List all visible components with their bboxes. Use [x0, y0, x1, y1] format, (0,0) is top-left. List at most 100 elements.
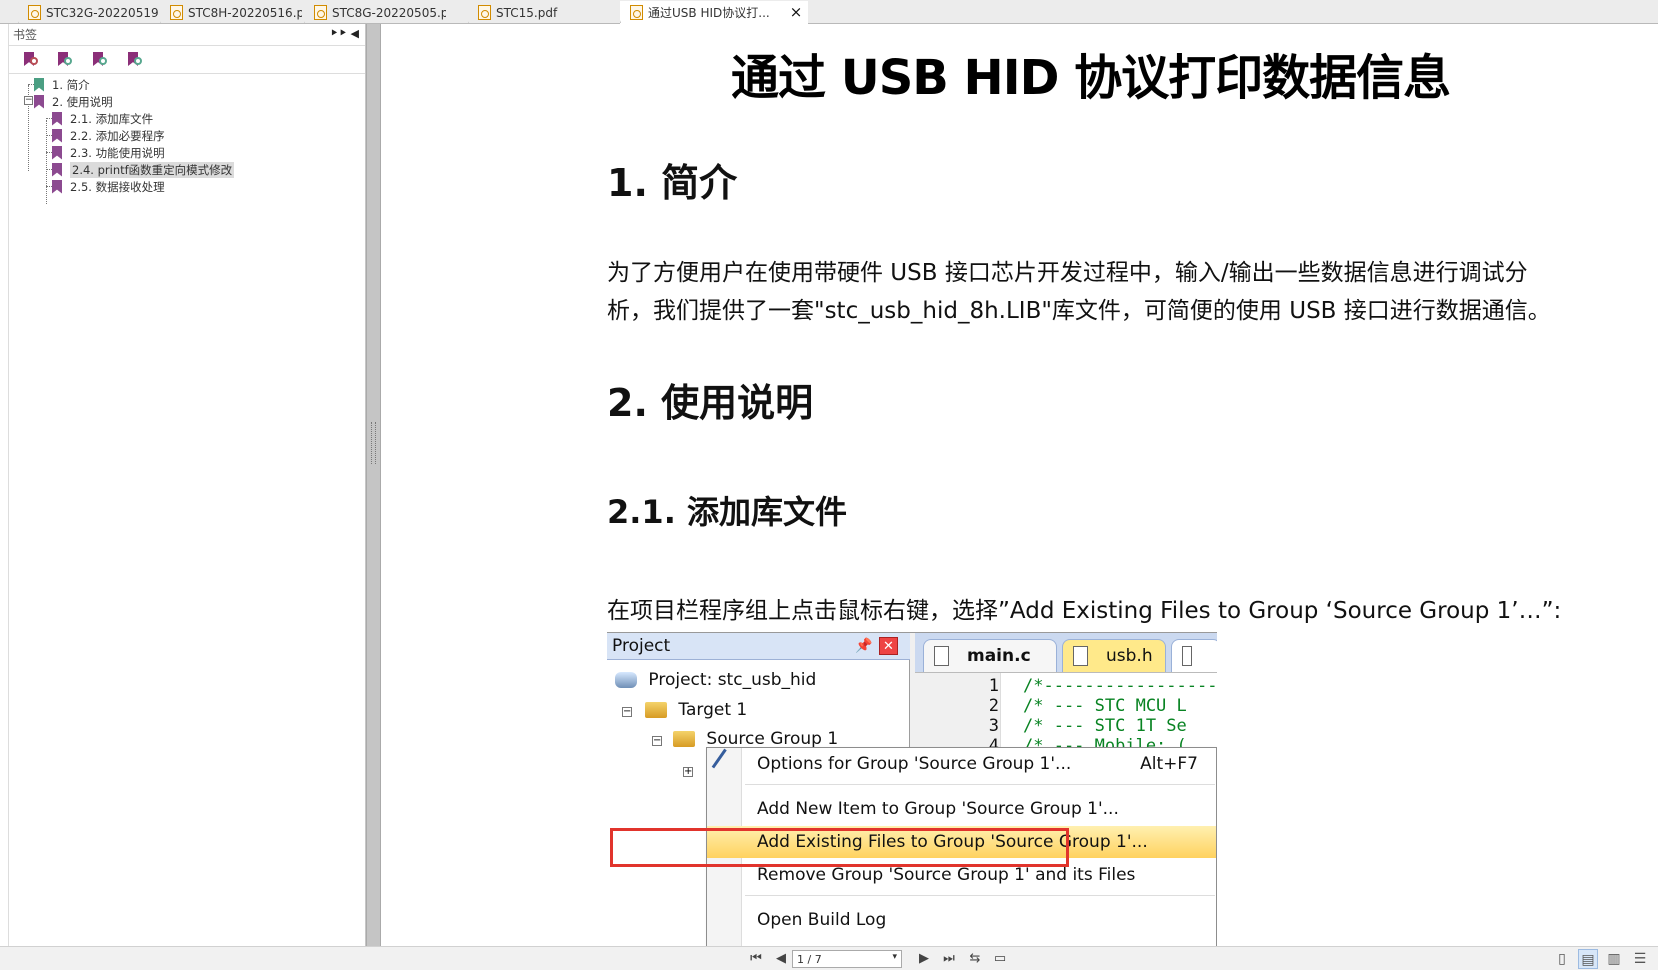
bookmark-icon	[52, 179, 62, 194]
pdf-page-view[interactable]: 通过 USB HID 协议打印数据信息 1. 简介 为了方便用户在使用带硬件 U…	[381, 24, 1658, 946]
section-heading-usage: 2. 使用说明	[607, 381, 814, 425]
options-tools-icon	[711, 748, 743, 780]
next-page-icon[interactable]: ▶	[915, 950, 933, 967]
tab-usb-hid-doc[interactable]: 通过USB HID协议打... ×	[620, 1, 808, 24]
paragraph-intro-line-1: 为了方便用户在使用带硬件 USB 接口芯片开发过程中，输入/输出一些数据信息进行…	[607, 260, 1528, 286]
fit-page-icon[interactable]: ▭	[991, 950, 1009, 967]
two-page-view-icon[interactable]: ▥	[1604, 949, 1624, 969]
subsection-heading-add-library: 2.1. 添加库文件	[607, 493, 847, 531]
collapse-icon[interactable]: −	[24, 96, 33, 105]
expand-icon: +	[683, 766, 693, 777]
source-folder-icon	[673, 731, 695, 747]
page-number-field[interactable]: 1 / 7 ▾	[792, 950, 902, 968]
tab-stc15[interactable]: STC15.pdf	[468, 1, 610, 24]
fit-width-icon[interactable]: ⇆	[966, 950, 984, 967]
pdf-icon	[314, 5, 327, 20]
book-view-icon[interactable]: ☰	[1630, 949, 1650, 969]
continuous-view-icon[interactable]: ▤	[1578, 949, 1598, 969]
bookmark-item-printf-redirect[interactable]: 2.4. printf函数重定向模式修改	[52, 161, 235, 178]
embedded-ide-screenshot: Project 📌 ✕ Project: stc_usb_hid − Targe…	[607, 632, 1217, 946]
bookmark-icon	[34, 77, 44, 92]
bookmark-icon	[52, 128, 62, 143]
project-root-row: Project: stc_usb_hid	[615, 670, 816, 690]
source-group-row: Source Group 1	[673, 729, 838, 749]
menu-item-label: Options for Group 'Source Group 1'...	[757, 754, 1072, 774]
bookmark-arrow-icon[interactable]	[90, 51, 108, 69]
section-heading-intro: 1. 简介	[607, 161, 738, 205]
bookmark-label: 2.1. 添加库文件	[70, 111, 154, 126]
bookmark-icon	[34, 94, 44, 109]
bookmarks-panel: 书签 ⯈⯈ ◀ 1. 简介 − 2. 使用说明 2.1. 添加库文件 2.2. …	[0, 24, 366, 946]
previous-page-icon[interactable]: ◀	[772, 950, 790, 967]
line-number: 1	[988, 676, 999, 696]
pin-icon: 📌	[855, 638, 873, 654]
tab-stc32g[interactable]: STC32G-20220519....	[18, 1, 158, 24]
single-page-view-icon[interactable]: ▯	[1552, 949, 1572, 969]
menu-item-add-new: Add New Item to Group 'Source Group 1'..…	[707, 793, 1216, 825]
file-icon	[1073, 646, 1088, 666]
close-icon: ✕	[879, 637, 898, 655]
bookmark-search-icon[interactable]	[125, 51, 143, 69]
pdf-icon	[28, 5, 41, 20]
bookmark-icon	[52, 145, 62, 160]
bookmark-item-add-program[interactable]: 2.2. 添加必要程序	[52, 127, 165, 144]
code-text: /* --- STC 1T Se	[1023, 716, 1187, 736]
project-root-label: Project: stc_usb_hid	[648, 670, 817, 690]
navigation-status-bar: ⏮ ◀ 1 / 7 ▾ ▶ ⏭ ⇆ ▭ ▯ ▤ ▥ ☰	[0, 946, 1658, 970]
tab-stc8g[interactable]: STC8G-20220505.p...	[304, 1, 446, 24]
target-row: Target 1	[645, 700, 747, 720]
tab-label: STC15.pdf	[496, 5, 558, 20]
bookmark-icon	[52, 111, 62, 126]
menu-separator	[745, 895, 1215, 896]
line-number: 2	[988, 696, 999, 716]
selected-bookmark-label: 2.4. printf函数重定向模式修改	[70, 161, 235, 178]
menu-item-label: Remove Group 'Source Group 1' and its Fi…	[757, 865, 1136, 885]
bookmarks-header: 书签 ⯈⯈ ◀	[9, 24, 365, 46]
first-page-icon[interactable]: ⏮	[747, 950, 765, 967]
page-number-text: 1 / 7	[797, 953, 822, 966]
menu-item-label: Add New Item to Group 'Source Group 1'..…	[757, 799, 1119, 819]
bookmark-item-data-receive[interactable]: 2.5. 数据接收处理	[52, 178, 165, 195]
bookmark-toolbar	[9, 47, 365, 74]
bookmark-label: 2.3. 功能使用说明	[70, 145, 165, 160]
source-group-label: Source Group 1	[706, 729, 839, 749]
menu-shortcut: Alt+F7	[1140, 754, 1198, 774]
tab-label: 通过USB HID协议打...	[648, 5, 770, 20]
tab-label: STC8H-20220516.p...	[188, 5, 302, 20]
paragraph-intro-line-2: 析，我们提供了一套"stc_usb_hid_8h.LIB"库文件，可简便的使用 …	[607, 298, 1551, 324]
bookmark-expand-icon[interactable]	[55, 51, 73, 69]
document-tab-bar: STC32G-20220519.... STC8H-20220516.p... …	[0, 0, 1658, 24]
project-title-text: Project	[612, 636, 671, 656]
splitter-grip-icon[interactable]	[371, 422, 376, 464]
bookmark-label: 2.5. 数据接收处理	[70, 179, 165, 194]
code-text: /*-------------------	[1023, 676, 1217, 696]
bookmark-item-usage[interactable]: 2. 使用说明	[34, 93, 113, 110]
pdf-icon	[170, 5, 183, 20]
bookmark-label: 2.2. 添加必要程序	[70, 128, 165, 143]
menu-item-open-build-log: Open Build Log	[707, 904, 1216, 936]
bookmark-label: 2. 使用说明	[52, 94, 113, 109]
menu-item-label: Open Build Log	[757, 910, 887, 930]
chevron-down-icon[interactable]: ▾	[892, 952, 897, 962]
tree-guide-line	[46, 120, 47, 204]
editor-tab-strip: main.c usb.h	[915, 633, 1217, 672]
bookmark-add-icon[interactable]	[21, 51, 39, 69]
panel-splitter[interactable]	[366, 24, 381, 946]
bookmark-tree: 1. 简介 − 2. 使用说明 2.1. 添加库文件 2.2. 添加必要程序 2…	[9, 75, 365, 325]
last-page-icon[interactable]: ⏭	[940, 950, 958, 967]
editor-tab-partial	[1171, 639, 1217, 672]
file-icon	[934, 646, 949, 666]
panel-collapse-controls[interactable]: ⯈⯈ ◀	[329, 27, 359, 41]
file-icon	[1182, 646, 1192, 666]
panel-edge-strip	[0, 24, 9, 946]
bookmark-item-function-guide[interactable]: 2.3. 功能使用说明	[52, 144, 165, 161]
project-pane-title: Project 📌 ✕	[607, 633, 910, 660]
tab-stc8h[interactable]: STC8H-20220516.p...	[160, 1, 302, 24]
bookmark-item-intro[interactable]: 1. 简介	[34, 76, 90, 93]
bookmark-item-add-library[interactable]: 2.1. 添加库文件	[52, 110, 153, 127]
close-tab-icon[interactable]: ×	[790, 3, 803, 21]
menu-item-options-group: Options for Group 'Source Group 1'... Al…	[707, 748, 1216, 780]
collapse-icon: −	[622, 706, 632, 717]
paragraph-add-files-instruction: 在项目栏程序组上点击鼠标右键，选择”Add Existing Files to …	[607, 598, 1562, 624]
code-text: /* --- STC MCU L	[1023, 696, 1187, 716]
